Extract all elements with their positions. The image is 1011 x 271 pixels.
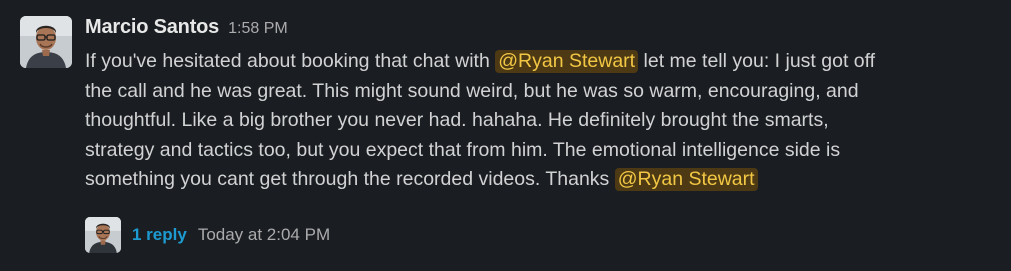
avatar-icon: [85, 217, 121, 253]
thread-reply-count[interactable]: 1 reply: [132, 225, 187, 245]
message-header: Marcio Santos 1:58 PM: [85, 16, 288, 42]
message-line: strategy and tactics too, but you expect…: [85, 138, 841, 161]
message-line: thoughtful. Like a big brother you never…: [85, 109, 829, 131]
message-body: If you've hesitated about booking that c…: [85, 47, 1000, 195]
message-timestamp[interactable]: 1:58 PM: [228, 20, 288, 38]
user-mention[interactable]: @Ryan Stewart: [495, 50, 639, 73]
thread-reply-avatar[interactable]: [85, 217, 121, 253]
avatar-icon: [20, 16, 72, 68]
message-text: If you've hesitated about booking that c…: [85, 50, 496, 72]
message-line: something you cant get through the recor…: [85, 165, 1000, 195]
sender-name[interactable]: Marcio Santos: [85, 16, 219, 39]
message-text: something you cant get through the recor…: [85, 168, 615, 190]
message-line: the call and he was great. This might so…: [85, 79, 859, 102]
message-text: let me tell you: I just got off: [638, 50, 876, 72]
message: Marcio Santos 1:58 PM If you've hesitate…: [0, 0, 1011, 271]
thread-last-reply-time: Today at 2:04 PM: [197, 225, 331, 244]
user-mention[interactable]: @Ryan Stewart: [614, 168, 758, 191]
thread-summary[interactable]: 1 reply Today at 2:04 PM: [85, 217, 330, 253]
sender-avatar[interactable]: [20, 16, 72, 68]
message-line: If you've hesitated about booking that c…: [85, 47, 1000, 77]
